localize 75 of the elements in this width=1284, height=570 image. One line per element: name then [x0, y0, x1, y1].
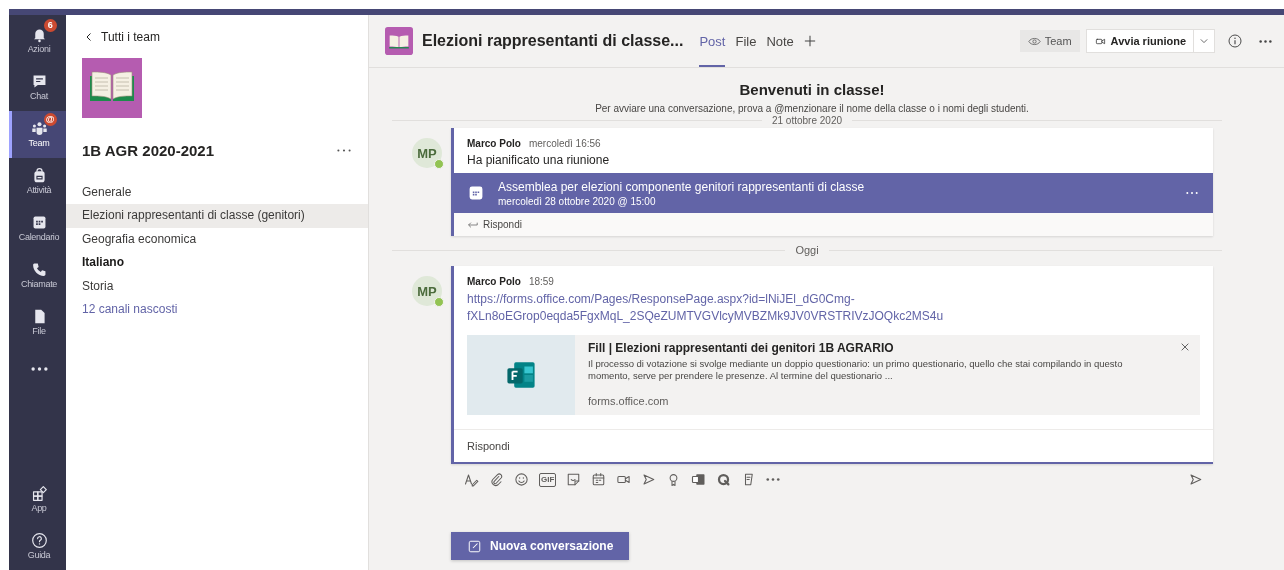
book-logo: [82, 58, 142, 118]
more-icon: [30, 367, 48, 371]
calendar-icon[interactable]: [591, 472, 607, 487]
rail-button[interactable]: 6 Azioni: [9, 17, 66, 64]
channel-item[interactable]: Geografia economica: [66, 227, 368, 252]
date-label: 21 ottobre 2020: [771, 114, 843, 126]
link-preview-card[interactable]: [467, 335, 1200, 415]
forms-icon[interactable]: [691, 472, 707, 487]
author-name: Marco Polo: [467, 276, 521, 287]
more-icon[interactable]: [766, 478, 781, 481]
more-icon[interactable]: [1259, 39, 1272, 43]
book-logo: [385, 27, 413, 55]
quiz-icon[interactable]: [716, 472, 732, 487]
calendar-icon: [468, 185, 484, 201]
compose-icon: [467, 538, 482, 554]
gif-button[interactable]: GIF: [539, 472, 557, 487]
send-icon[interactable]: [1188, 472, 1203, 487]
avatar: MP: [412, 276, 442, 306]
preview-description: Il processo di votazione si svolge mediante un doppio questionario: un primo questionario, quello che stai compilando in questo momento, serve per prendere le presenze. Al termine del questionario ...: [588, 358, 1124, 382]
rail-button[interactable]: Guida: [9, 523, 66, 570]
notification-badge: 6: [43, 19, 57, 32]
timestamp: 18:59: [528, 276, 554, 287]
meeting-title: Assemblea per elezioni componente genitori rappresentanti di classe: [498, 179, 866, 194]
preview-title: Fill | Elezioni rappresentanti dei genitori 1B AGRARIO: [588, 341, 895, 355]
avatar: MP: [412, 138, 442, 168]
channel-item[interactable]: Italiano: [66, 251, 368, 275]
people-icon: [30, 120, 48, 137]
paperclip-icon[interactable]: [489, 472, 504, 487]
rail-button[interactable]: Chiamate: [9, 252, 66, 299]
message-link[interactable]: https://forms.office.com/Pages/ResponsePage.aspx?id=lNiJEl_dG0Cmg-fXLn8oEGrop0eqda5FgxMqL_2SQeZUMTVGVlcyMVBZMk9JV0VRSTRIVzJOQkc2MS4u: [467, 291, 944, 325]
channel-item[interactable]: Storia: [66, 274, 368, 298]
new-conversation-button[interactable]: Nuova conversazione: [451, 532, 630, 560]
add-tab-icon[interactable]: [803, 35, 816, 47]
rail-button[interactable]: File: [9, 299, 66, 346]
tab[interactable]: Post: [699, 15, 726, 67]
more-icon[interactable]: [336, 148, 352, 153]
hidden-channels-link[interactable]: 12 canali nascosti: [66, 297, 368, 322]
rail-button[interactable]: App: [9, 476, 66, 523]
timestamp: mercoledì 16:56: [528, 138, 601, 149]
back-link[interactable]: Tutti i team: [84, 30, 368, 44]
reply-arrow-icon: [467, 220, 478, 229]
close-icon[interactable]: [1180, 342, 1190, 352]
channel-title: Elezioni rappresentanti di classe...: [422, 32, 684, 50]
format-icon[interactable]: [464, 472, 479, 487]
preview-domain: forms.office.com: [588, 395, 670, 407]
reply-field[interactable]: Rispondi: [454, 429, 1213, 464]
team-button[interactable]: Team: [1019, 30, 1080, 52]
date-label: Oggi: [795, 244, 819, 256]
meeting-banner[interactable]: Assemblea per elezioni componente genitori rappresentanti di classe mercoledì 28 ottobre 2020 @ 15:00: [454, 173, 1213, 213]
sticker-icon[interactable]: [566, 472, 582, 487]
chevron-left-icon: [84, 32, 94, 42]
rail-button[interactable]: Calendario: [9, 205, 66, 252]
welcome-title: Benvenuti in classe!: [738, 81, 886, 98]
channel-item[interactable]: Elezioni rappresentanti di classe (genitori): [66, 204, 368, 228]
apps-icon: [30, 485, 48, 502]
message-text: Ha pianificato una riunione: [467, 153, 611, 167]
rail-button[interactable]: @ Team: [9, 111, 66, 158]
author-name: Marco Polo: [467, 138, 521, 149]
eye-icon: [1027, 35, 1041, 47]
channel-item[interactable]: Generale: [66, 181, 368, 205]
team-name: 1B AGR 2020-2021: [82, 142, 215, 159]
help-icon: [30, 532, 48, 549]
rail-button[interactable]: Attività: [9, 158, 66, 205]
rail-button[interactable]: Chat: [9, 64, 66, 111]
notification-badge: @: [43, 113, 57, 126]
tab[interactable]: Note: [766, 15, 794, 67]
play-icon[interactable]: [641, 472, 657, 487]
welcome-text: Per avviare una conversazione, prova a @menzionare il nome della classe o i nomi degli studenti.: [594, 103, 1030, 114]
info-icon[interactable]: [1227, 33, 1243, 49]
more-icon[interactable]: [1185, 191, 1199, 195]
emoji-icon[interactable]: [514, 472, 529, 487]
phone-icon: [30, 261, 48, 278]
reply-link[interactable]: Rispondi: [454, 213, 1213, 236]
meeting-time: mercoledì 28 ottobre 2020 @ 15:00: [498, 195, 657, 207]
tab[interactable]: File: [735, 15, 757, 67]
